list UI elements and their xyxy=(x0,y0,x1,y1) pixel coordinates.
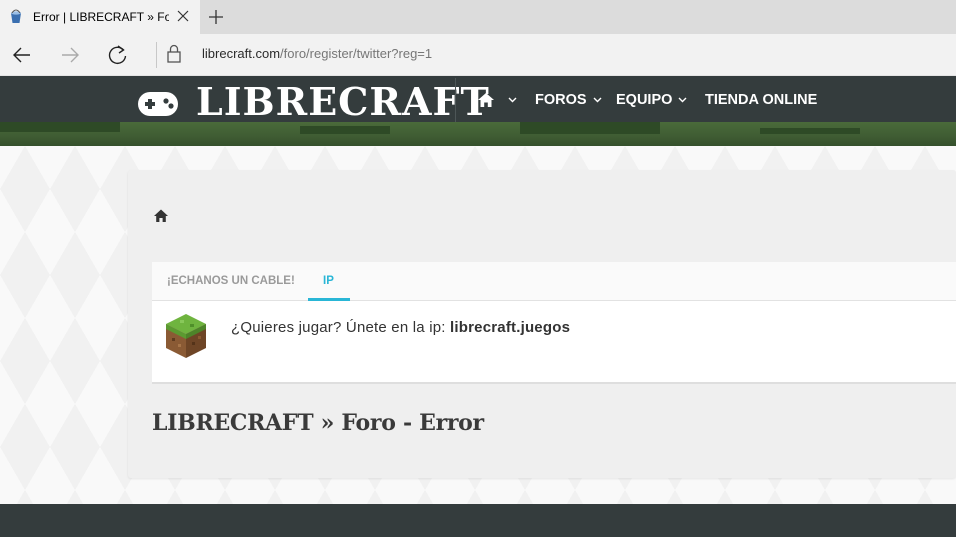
browser-tab[interactable]: Error | LIBRECRAFT » Fo xyxy=(0,0,200,34)
refresh-icon[interactable] xyxy=(106,43,130,67)
menu-equipo-label: EQUIPO xyxy=(616,92,673,108)
chevron-down-icon xyxy=(678,97,687,103)
site-logo-text[interactable]: LIBRECRAFT xyxy=(196,79,490,124)
notice-message: ¿Quieres jugar? Únete en la ip: librecra… xyxy=(231,319,570,336)
header-banner-background xyxy=(0,122,956,146)
browser-navbar: librecraft.com/foro/register/twitter?reg… xyxy=(0,34,956,76)
menu-home[interactable] xyxy=(477,92,517,108)
chevron-down-icon xyxy=(508,97,517,103)
notice-tabs: ¡ECHANOS UN CABLE! IP xyxy=(152,262,956,301)
home-icon xyxy=(478,93,494,107)
url-domain: librecraft.com xyxy=(202,46,281,61)
navbar-divider xyxy=(156,42,157,68)
server-ip-notice: ¡ECHANOS UN CABLE! IP ¿Quieres jugar? Ún… xyxy=(152,262,956,384)
new-tab-icon[interactable] xyxy=(206,7,226,27)
forward-arrow-icon[interactable] xyxy=(58,43,82,67)
bucket-favicon-icon xyxy=(11,9,21,23)
lock-icon xyxy=(167,44,181,63)
gamepad-logo-icon[interactable] xyxy=(136,90,180,118)
close-icon[interactable] xyxy=(176,9,190,23)
tab-echanos-un-cable[interactable]: ¡ECHANOS UN CABLE! xyxy=(167,275,295,287)
notice-text-prefix: ¿Quieres jugar? Únete en la ip: xyxy=(231,319,451,336)
browser-tabbar: Error | LIBRECRAFT » Fo xyxy=(0,0,956,34)
header-divider xyxy=(455,78,456,122)
breadcrumb-home-icon[interactable] xyxy=(153,208,169,224)
address-bar[interactable]: librecraft.com/foro/register/twitter?reg… xyxy=(202,46,432,61)
url-path: /foro/register/twitter?reg=1 xyxy=(280,46,433,61)
menu-equipo[interactable]: EQUIPO xyxy=(616,92,687,108)
back-arrow-icon[interactable] xyxy=(10,43,34,67)
site-footer xyxy=(0,504,956,537)
active-tab-indicator xyxy=(308,298,350,301)
menu-foros[interactable]: FOROS xyxy=(535,92,602,108)
menu-tienda-label: TIENDA ONLINE xyxy=(705,92,818,108)
page-title: LIBRECRAFT » Foro - Error xyxy=(152,410,484,436)
grass-block-icon xyxy=(166,314,206,358)
tab-title: Error | LIBRECRAFT » Fo xyxy=(33,10,169,24)
server-ip: librecraft.juegos xyxy=(450,319,571,336)
menu-foros-label: FOROS xyxy=(535,92,587,108)
menu-tienda[interactable]: TIENDA ONLINE xyxy=(705,92,817,108)
chevron-down-icon xyxy=(593,97,602,103)
tab-ip[interactable]: IP xyxy=(323,275,334,287)
